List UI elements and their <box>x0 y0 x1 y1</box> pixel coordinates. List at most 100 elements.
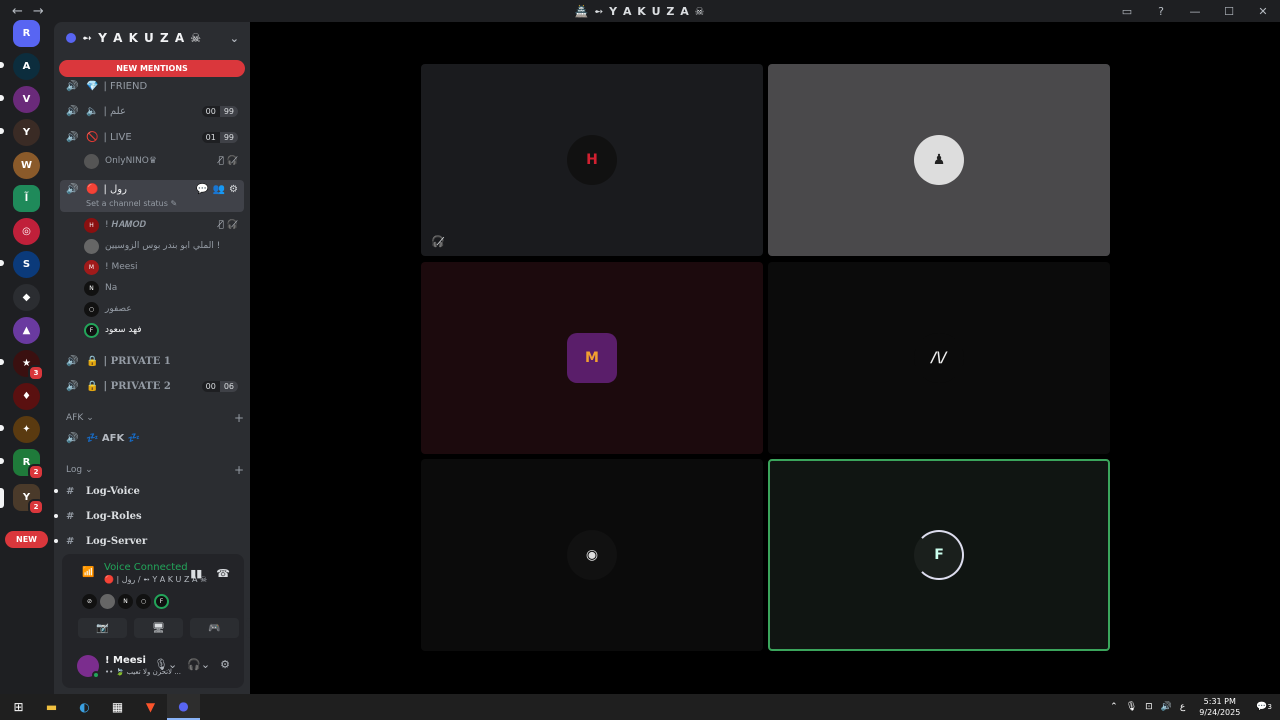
new-unreads-pill[interactable]: NEW <box>5 531 48 548</box>
channel-name: Log-Voice <box>86 485 140 497</box>
language-indicator[interactable]: ع <box>1180 702 1185 712</box>
unread-pill <box>0 458 4 464</box>
unread-pill <box>0 260 4 266</box>
channel-name: | FRIEND <box>103 80 148 92</box>
online-status-icon <box>92 671 100 679</box>
server-icon[interactable]: W <box>13 152 40 179</box>
voice-connection-panel: 📶 Voice Connected 🔴 | رول / ➻ Y A K U Z … <box>62 554 295 646</box>
participant-avatar[interactable]: N <box>118 594 133 609</box>
back-arrow-icon[interactable]: ← <box>12 4 23 19</box>
edge-icon[interactable]: ◐ <box>68 694 101 720</box>
server-icon[interactable]: Y <box>13 119 40 146</box>
maximize-button[interactable]: ☐ <box>1212 5 1246 18</box>
channel-name: | رول <box>103 184 127 195</box>
category-log[interactable]: Log ⌄ + <box>66 462 244 478</box>
chevron-up-icon[interactable]: ⌃ <box>1110 702 1118 712</box>
category-afk[interactable]: AFK ⌄ + <box>66 410 244 426</box>
server-icon[interactable]: A <box>13 53 40 80</box>
windows-start-icon[interactable]: ⊞ <box>2 694 35 720</box>
channel-status[interactable]: Set a channel status ✎ <box>86 199 177 208</box>
activity-icon[interactable]: 🎮 <box>190 618 239 638</box>
inbox-icon[interactable]: ▭ <box>1110 5 1144 18</box>
volume-icon[interactable]: 🔊 <box>1161 702 1172 712</box>
chat-icon[interactable]: 💬 <box>196 184 208 195</box>
voice-member[interactable]: M ! Meesi <box>84 257 244 277</box>
add-channel-icon[interactable]: + <box>234 463 244 477</box>
server-icon[interactable]: ★ 3 <box>13 350 44 381</box>
gear-icon[interactable]: ⚙ <box>220 658 230 671</box>
server-icon-yakuza[interactable]: Y 2 <box>13 484 44 515</box>
voice-channel-afk[interactable]: 🔊 💤 AFK 💤 <box>60 427 244 449</box>
voice-speaker-icon: 🔊 <box>66 80 79 92</box>
server-icon[interactable]: S <box>13 251 40 278</box>
server-icon[interactable]: ✦ <box>13 416 40 443</box>
network-icon[interactable]: ⊡ <box>1145 702 1153 712</box>
server-icon[interactable]: ▲ <box>13 317 40 344</box>
member-name: عصفور <box>105 304 132 314</box>
voice-top-controls: ▮▮ ☎ <box>190 567 230 580</box>
file-explorer-icon[interactable]: ▬ <box>35 694 68 720</box>
voice-connected-label[interactable]: Voice Connected <box>104 562 188 573</box>
voice-channel-private-2[interactable]: 🔊 🔒 | PRIVATE 2 00 06 <box>60 375 244 397</box>
server-icon[interactable]: ◆ <box>13 284 40 311</box>
voice-channel-private-1[interactable]: 🔊 🔒 | PRIVATE 1 <box>60 350 244 372</box>
screen-share-icon[interactable]: 🖥 <box>134 618 183 638</box>
camera-off-icon[interactable]: 📷̸ <box>78 618 127 638</box>
microphone-icon[interactable]: 🎙⌄ <box>154 658 177 671</box>
disconnect-icon[interactable]: ☎ <box>216 567 230 580</box>
voice-channel-friend[interactable]: 🔊 💎 | FRIEND <box>60 75 244 97</box>
store-icon[interactable]: ▦ <box>101 694 134 720</box>
voice-channel-active[interactable]: 🔊 🔴 | رول 💬 👥 ⚙ Set a channel status ✎ <box>60 180 244 212</box>
gear-icon[interactable]: ⚙ <box>229 184 238 195</box>
text-channel-log-roles[interactable]: # Log-Roles <box>54 505 244 527</box>
username[interactable]: ! Meesi <box>105 655 146 666</box>
avatar: H <box>84 217 99 233</box>
server-icon[interactable]: ◎ <box>13 218 40 245</box>
participant-tile[interactable]: /\/ <box>768 262 1110 454</box>
invite-icon[interactable]: 👥 <box>213 184 225 195</box>
server-header[interactable]: ➻ Y A K U Z A ☠︎ ⌄ <box>54 22 250 54</box>
voice-member[interactable]: N Na <box>84 278 244 298</box>
voice-member[interactable]: H ! 𝑯𝑨𝑴𝑶𝑫 🎙̸ 🎧̸ <box>84 215 244 235</box>
clock[interactable]: 5:31 PM 9/24/2025 <box>1199 696 1240 718</box>
add-channel-icon[interactable]: + <box>234 411 244 425</box>
help-icon[interactable]: ? <box>1144 5 1178 18</box>
participant-tile[interactable]: H 🎧̸ <box>421 64 763 256</box>
server-icon[interactable]: ♦ <box>13 383 40 410</box>
brave-icon[interactable]: ▼ <box>134 694 167 720</box>
title-bar: ← → 🏯 ➻ Y A K U Z A ☠︎ ▭ ? — ☐ ✕ <box>0 0 1280 22</box>
date: 9/24/2025 <box>1199 708 1241 717</box>
forward-arrow-icon[interactable]: → <box>33 4 44 19</box>
signal-icon[interactable]: 📶 <box>82 567 94 578</box>
discord-icon[interactable]: ● <box>167 694 200 720</box>
participant-tile[interactable]: ◉ <box>421 459 763 651</box>
participant-avatar[interactable]: ○ <box>136 594 151 609</box>
voice-member[interactable]: OnlyNINO♛ 🎙̸ 🎧̸ <box>84 151 244 171</box>
microphone-icon[interactable]: 🎙 <box>1126 702 1137 712</box>
participant-tile[interactable]: M <box>421 262 763 454</box>
voice-channel-live[interactable]: 🔊 🚫 | LIVE 01 99 <box>60 126 244 148</box>
notification-icon[interactable]: 💬3 <box>1256 702 1272 712</box>
voice-member[interactable]: الملي ابو بندر بوس الزوسيين ! <box>84 236 244 256</box>
participant-tile[interactable]: ♟ <box>768 64 1110 256</box>
noise-suppression-icon[interactable]: ▮▮ <box>190 567 202 580</box>
minimize-button[interactable]: — <box>1178 5 1212 18</box>
voice-channel-alam[interactable]: 🔊 🔈 | علم 00 99 <box>60 100 244 122</box>
server-icon[interactable]: آ <box>13 185 40 212</box>
close-button[interactable]: ✕ <box>1246 5 1280 18</box>
voice-member-speaking[interactable]: F فهد سعود <box>84 320 244 340</box>
server-icon[interactable]: V <box>13 86 40 113</box>
os-taskbar: ⊞ ▬ ◐ ▦ ▼ ● ⌃ 🎙 ⊡ 🔊 ع 5:31 PM 9/24/2025 … <box>0 694 1280 720</box>
participant-avatar[interactable]: F <box>154 594 169 609</box>
participant-avatar: H <box>567 135 617 185</box>
nav-buttons: ← → <box>0 4 44 19</box>
server-icon[interactable]: R 2 <box>13 449 44 480</box>
text-channel-log-server[interactable]: # Log-Server <box>54 530 244 552</box>
home-icon[interactable]: R <box>13 20 40 47</box>
voice-member[interactable]: ○ عصفور <box>84 299 244 319</box>
participant-avatar[interactable]: ⊘ <box>82 594 97 609</box>
headphones-icon[interactable]: 🎧⌄ <box>187 658 210 671</box>
participant-avatar[interactable] <box>100 594 115 609</box>
participant-tile-speaking[interactable]: F <box>768 459 1110 651</box>
text-channel-log-voice[interactable]: # Log-Voice <box>54 480 244 502</box>
